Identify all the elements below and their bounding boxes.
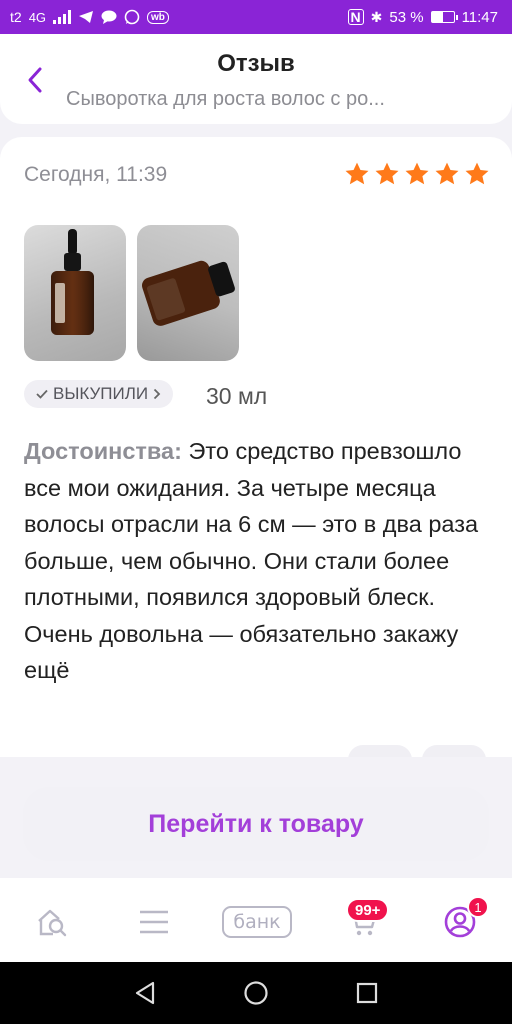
bluetooth-icon: ✱: [370, 8, 383, 25]
network-label: 4G: [28, 9, 47, 25]
carrier-label: t2: [10, 9, 22, 25]
star-icon: [345, 162, 369, 185]
wildberries-icon: wb: [147, 10, 169, 24]
square-recents-icon: [356, 982, 377, 1004]
header: Отзыв Сыворотка для роста волос с ро...: [0, 34, 512, 124]
home-search-icon: [38, 909, 67, 937]
circle-home-icon: [244, 981, 268, 1005]
whatsapp-icon: [124, 9, 140, 25]
message-icon: [101, 10, 117, 24]
page-title: Отзыв: [217, 50, 295, 77]
review-date: Сегодня, 11:39: [24, 163, 168, 186]
android-recents-button[interactable]: [347, 973, 387, 1013]
check-icon: [36, 389, 48, 399]
nav-bank[interactable]: банк: [221, 896, 293, 948]
star-icon: [375, 162, 399, 185]
clock: 11:47: [461, 8, 498, 26]
nfc-icon: N: [347, 9, 364, 25]
status-bar: t2 4G wb N ✱ 53 % 11:47: [0, 0, 512, 34]
bank-icon: банк: [222, 906, 292, 938]
chevron-right-icon: [153, 388, 161, 400]
review-photo[interactable]: [24, 225, 126, 361]
review-text: Достоинства: Это средство превзошло все …: [24, 433, 490, 689]
review-text-label: Достоинства:: [24, 438, 182, 464]
nav-home[interactable]: [26, 896, 78, 948]
star-icon: [405, 162, 429, 185]
product-variant: 30 мл: [206, 383, 268, 409]
battery-percent: 53 %: [389, 8, 424, 26]
battery-icon: [430, 11, 458, 23]
bottom-nav: банк 99+ 1: [0, 878, 512, 962]
reaction-chip[interactable]: [348, 745, 412, 757]
cart-badge: 99+: [346, 898, 390, 922]
android-back-button[interactable]: [125, 973, 165, 1013]
android-home-button[interactable]: [236, 973, 276, 1013]
serum-bottle-image: [51, 229, 94, 335]
review-card: Сегодня, 11:39 ВЫКУПИЛИ 30 мл Достоинств…: [0, 137, 512, 757]
star-icon: [435, 162, 459, 185]
catalog-icon: [140, 910, 168, 934]
android-nav-bar: [0, 962, 512, 1024]
triangle-back-icon: [136, 981, 155, 1005]
review-text-body: Это средство превзошло все мои ожидания.…: [24, 438, 479, 683]
go-to-product-button[interactable]: Перейти к товару: [23, 787, 489, 861]
star-icon: [465, 162, 489, 185]
bought-badge[interactable]: ВЫКУПИЛИ: [24, 380, 174, 408]
serum-bottle-image: [142, 260, 235, 326]
bought-label: ВЫКУПИЛИ: [53, 384, 149, 403]
rating-stars: [344, 161, 490, 187]
reaction-chip[interactable]: [422, 745, 486, 757]
review-photo[interactable]: [137, 225, 239, 361]
product-name[interactable]: Сыворотка для роста волос с ро...: [66, 88, 456, 111]
nav-catalog[interactable]: [128, 896, 180, 948]
signal-icon: [53, 10, 72, 24]
telegram-icon: [79, 11, 94, 23]
profile-badge: 1: [467, 896, 489, 918]
